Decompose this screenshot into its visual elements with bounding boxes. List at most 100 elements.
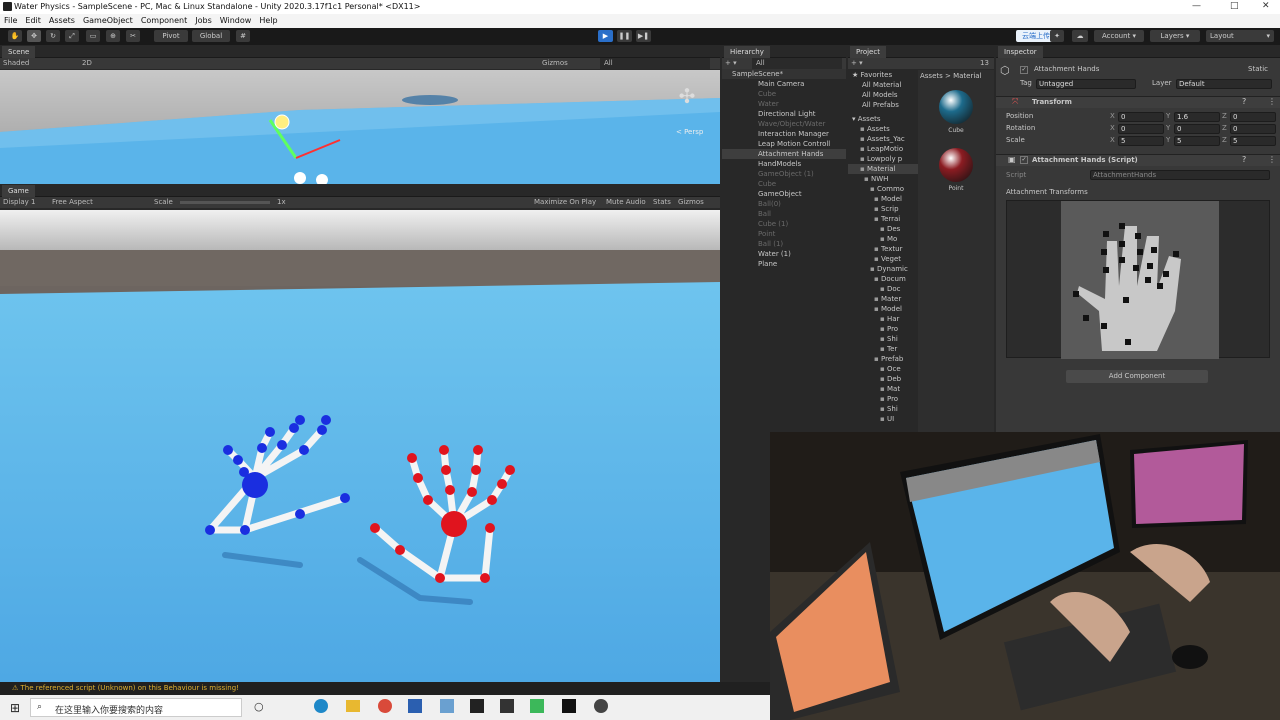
hierarchy-item[interactable]: Ball (1) [722, 239, 846, 249]
favorite-item[interactable]: All Models [848, 90, 918, 100]
hierarchy-item[interactable]: Attachment Hands [722, 149, 846, 159]
hierarchy-item[interactable]: Leap Motion Controll [722, 139, 846, 149]
menu-jobs[interactable]: Jobs [191, 14, 216, 25]
folder-item[interactable]: ▪ Model [848, 194, 918, 204]
account-dropdown[interactable]: Account ▾ [1094, 30, 1144, 42]
favorite-item[interactable]: All Prefabs [848, 100, 918, 110]
word-icon[interactable] [408, 699, 422, 713]
close-button[interactable]: ✕ [1262, 1, 1270, 11]
tab-project[interactable]: Project [850, 46, 886, 58]
script-menu-icon[interactable]: ⋮ [1268, 155, 1276, 164]
hierarchy-item[interactable]: Cube (1) [722, 219, 846, 229]
minimize-button[interactable]: — [1192, 1, 1201, 11]
display-dropdown[interactable]: Display 1 [3, 197, 35, 208]
cloud-icon[interactable]: ☁ [1072, 30, 1088, 42]
folder-item[interactable]: ▪ Assets [848, 124, 918, 134]
favorite-item[interactable]: All Material [848, 80, 918, 90]
status-message[interactable]: ⚠ The referenced script (Unknown) on thi… [12, 684, 239, 692]
folder-item[interactable]: ▪ Har [848, 314, 918, 324]
game-gizmos-dropdown[interactable]: Gizmos [678, 197, 704, 208]
folder-item[interactable]: ▪ Assets_Yac [848, 134, 918, 144]
hand-tool-icon[interactable]: ✋ [8, 30, 22, 42]
transform-z-field[interactable]: 0 [1230, 124, 1276, 134]
tag-dropdown[interactable]: Untagged [1036, 79, 1136, 89]
folder-item[interactable]: ▪ Scrip [848, 204, 918, 214]
folder-item[interactable]: ▪ Docum [848, 274, 918, 284]
folder-item[interactable]: ▪ UI [848, 414, 918, 424]
tab-scene[interactable]: Scene [2, 46, 36, 58]
task-view-icon[interactable]: ○ [254, 700, 264, 713]
folder-item[interactable]: ▪ Mater [848, 294, 918, 304]
hierarchy-item[interactable]: Cube [722, 179, 846, 189]
rotate-tool-icon[interactable]: ↻ [46, 30, 60, 42]
hierarchy-item[interactable]: Plane [722, 259, 846, 269]
folder-item[interactable]: ▪ Deb [848, 374, 918, 384]
maximize-on-play-toggle[interactable]: Maximize On Play [534, 197, 596, 208]
unity-hub-icon[interactable] [500, 699, 514, 713]
transform-x-field[interactable]: 0 [1118, 124, 1164, 134]
folder-item[interactable]: ▪ Shi [848, 334, 918, 344]
folder-item[interactable]: ▪ Ter [848, 344, 918, 354]
custom-tool-icon[interactable]: ✂ [126, 30, 140, 42]
unity-taskbar-icon[interactable] [470, 699, 484, 713]
folder-item[interactable]: ▪ Oce [848, 364, 918, 374]
transform-help-icon[interactable]: ? [1242, 97, 1246, 106]
persp-label[interactable]: < Persp [676, 128, 703, 136]
object-name-field[interactable]: Attachment Hands [1034, 65, 1244, 75]
step-button[interactable]: ▶❚ [636, 30, 651, 42]
hierarchy-item[interactable]: Directional Light [722, 109, 846, 119]
folder-item[interactable]: ▪ Textur [848, 244, 918, 254]
aspect-dropdown[interactable]: Free Aspect [52, 197, 93, 208]
asset-tile[interactable]: Cube [918, 82, 994, 140]
hierarchy-item[interactable]: Interaction Manager [722, 129, 846, 139]
scale-slider[interactable] [180, 201, 270, 204]
transform-z-field[interactable]: 5 [1230, 136, 1276, 146]
folder-item[interactable]: ▪ Doc [848, 284, 918, 294]
create-button[interactable]: + ▾ [725, 58, 737, 69]
menu-help[interactable]: Help [255, 14, 281, 25]
menu-window[interactable]: Window [216, 14, 256, 25]
transform-tool-icon[interactable]: ⊕ [106, 30, 120, 42]
scene-gizmo-icon[interactable]: ✣ [668, 84, 706, 122]
add-component-button[interactable]: Add Component [1066, 370, 1208, 383]
folder-item[interactable]: ▪ Des [848, 224, 918, 234]
folder-item[interactable]: ▪ Dynamic [848, 264, 918, 274]
play-button[interactable]: ▶ [598, 30, 613, 42]
folder-item[interactable]: ▪ Terrai [848, 214, 918, 224]
folder-item[interactable]: ▪ Model [848, 304, 918, 314]
photos-icon[interactable] [440, 699, 454, 713]
scene-search[interactable]: All [600, 58, 710, 69]
hierarchy-item[interactable]: HandModels [722, 159, 846, 169]
pivot-button[interactable]: Pivot [154, 30, 188, 42]
scene-root[interactable]: SampleScene* [722, 69, 846, 79]
folder-item[interactable]: ▪ Mo [848, 234, 918, 244]
tab-inspector[interactable]: Inspector [998, 46, 1043, 58]
project-create-button[interactable]: + ▾ [851, 58, 863, 69]
folder-item[interactable]: ▪ Veget [848, 254, 918, 264]
hierarchy-item[interactable]: GameObject [722, 189, 846, 199]
hierarchy-item[interactable]: Ball [722, 209, 846, 219]
explorer-icon[interactable] [346, 700, 360, 712]
folder-item[interactable]: ▪ Pro [848, 394, 918, 404]
layer-dropdown[interactable]: Default [1176, 79, 1272, 89]
favorites-header[interactable]: ★ Favorites [848, 70, 918, 80]
transform-x-field[interactable]: 0 [1118, 112, 1164, 122]
wechat-icon[interactable] [530, 699, 544, 713]
hierarchy-item[interactable]: GameObject (1) [722, 169, 846, 179]
script-field[interactable]: AttachmentHands [1090, 170, 1270, 180]
transform-x-field[interactable]: 5 [1118, 136, 1164, 146]
transform-menu-icon[interactable]: ⋮ [1268, 97, 1276, 106]
chrome-icon[interactable] [378, 699, 392, 713]
layers-dropdown[interactable]: Layers ▾ [1150, 30, 1200, 42]
hierarchy-search[interactable]: All [752, 58, 842, 69]
folder-item[interactable]: ▪ NWH [848, 174, 918, 184]
move-tool-icon[interactable]: ✥ [27, 30, 41, 42]
maximize-button[interactable]: □ [1230, 1, 1239, 11]
hand-diagram[interactable] [1006, 200, 1270, 359]
hierarchy-item[interactable]: Water [722, 99, 846, 109]
stats-toggle[interactable]: Stats [653, 197, 671, 208]
menu-file[interactable]: File [0, 14, 21, 25]
windows-start-icon[interactable]: ⊞ [10, 701, 20, 715]
script-enabled-checkbox[interactable]: ✓ [1020, 156, 1028, 164]
grid-snap-icon[interactable]: # [236, 30, 250, 42]
